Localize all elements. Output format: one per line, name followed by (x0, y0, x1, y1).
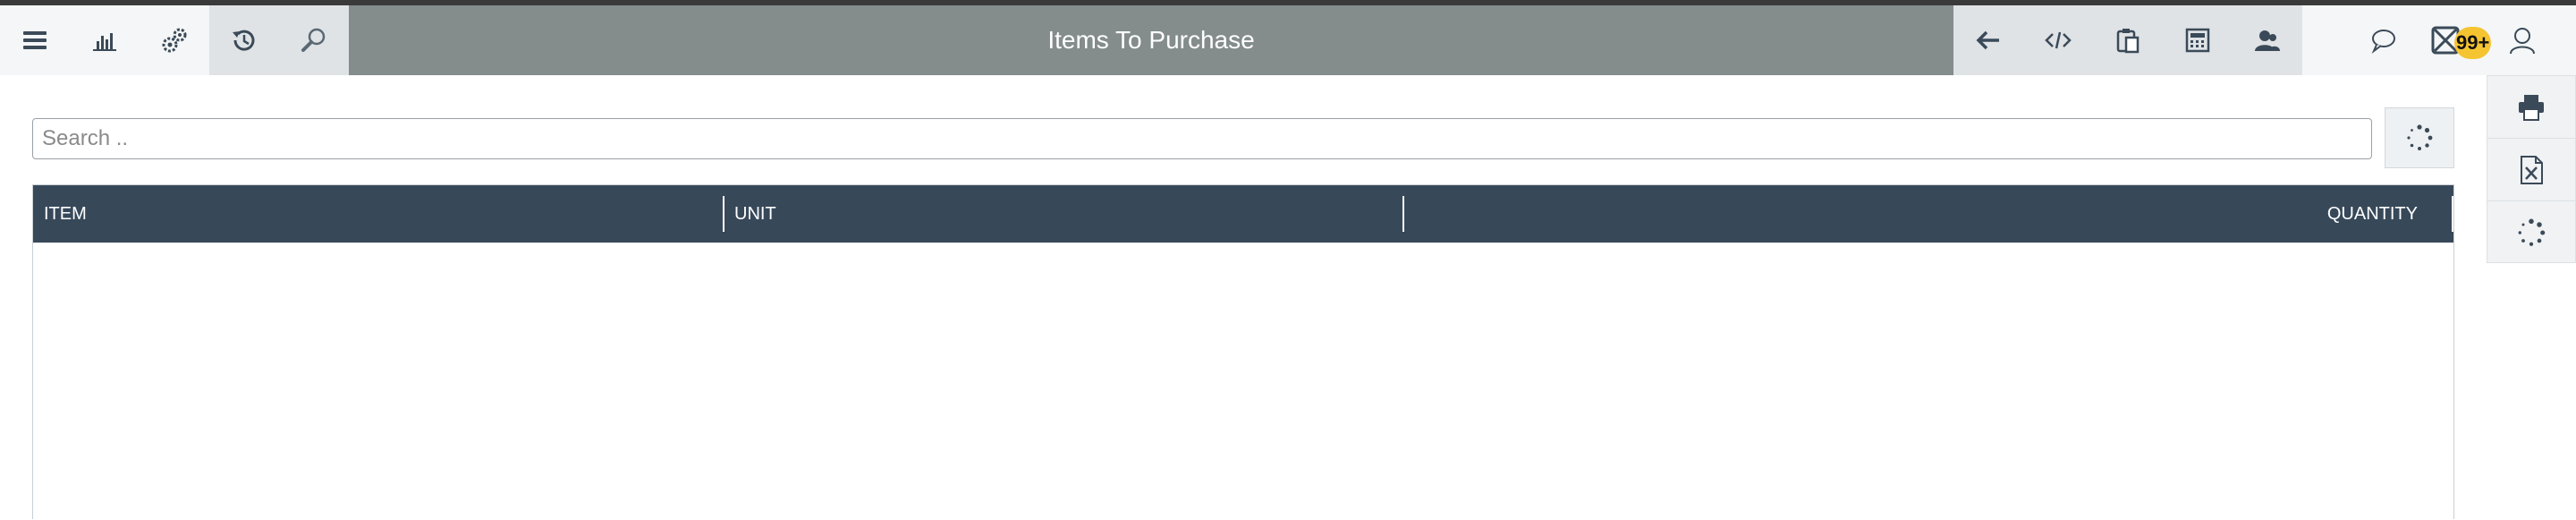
history-icon (233, 30, 255, 51)
toolbar-actions-group (1953, 5, 2302, 75)
excel-icon (2521, 155, 2543, 184)
column-header-label: UNIT (734, 203, 776, 224)
clipboard-button[interactable] (2093, 5, 2163, 75)
menu-icon (23, 31, 47, 49)
print-icon (2519, 94, 2544, 121)
toolbar-left-group (0, 5, 209, 75)
toolbar-history-group (209, 5, 349, 75)
clipboard-icon (2116, 29, 2140, 54)
user-icon (2510, 28, 2535, 55)
column-header-label: QUANTITY (2326, 203, 2418, 224)
search-refresh-button[interactable] (2385, 107, 2454, 168)
column-resize-handle[interactable] (2452, 196, 2453, 232)
settings-gears-icon (162, 28, 187, 53)
items-table: ITEM UNIT QUANTITY (32, 184, 2454, 520)
side-refresh-button[interactable] (2487, 201, 2575, 264)
table-header: ITEM UNIT QUANTITY (33, 185, 2453, 243)
search-input[interactable] (32, 118, 2372, 159)
column-header-item[interactable]: ITEM (33, 185, 724, 243)
menu-button[interactable] (0, 5, 70, 75)
export-excel-button[interactable] (2487, 139, 2575, 201)
toolbar: Items To Purchase 99+ (0, 5, 2576, 75)
code-button[interactable] (2023, 5, 2093, 75)
settings-button[interactable] (140, 5, 209, 75)
side-action-panel (2487, 75, 2576, 263)
notification-badge[interactable]: 99+ (2454, 27, 2492, 59)
loading-icon (2407, 124, 2433, 150)
chart-icon (93, 33, 116, 51)
calculator-icon (2185, 28, 2210, 53)
column-header-quantity[interactable]: QUANTITY (1403, 185, 2455, 243)
chat-icon (2371, 30, 2395, 55)
reports-button[interactable] (70, 5, 140, 75)
calculator-button[interactable] (2163, 5, 2233, 75)
print-button[interactable] (2487, 76, 2575, 139)
title-bar: Items To Purchase (349, 5, 1953, 75)
users-icon (2255, 30, 2280, 51)
back-button[interactable] (1953, 5, 2023, 75)
toolbar-right-group (2302, 5, 2576, 75)
user-button[interactable] (2504, 5, 2540, 75)
table-body (33, 243, 2453, 520)
back-arrow-icon (1976, 30, 1999, 50)
loading-icon (2518, 218, 2546, 246)
find-button[interactable] (279, 5, 349, 75)
users-button[interactable] (2233, 5, 2302, 75)
history-button[interactable] (209, 5, 279, 75)
column-header-unit[interactable]: UNIT (724, 185, 1403, 243)
chat-button[interactable] (2349, 5, 2419, 75)
code-icon (2045, 31, 2072, 49)
column-header-label: ITEM (44, 203, 87, 224)
page-title: Items To Purchase (1047, 26, 1255, 54)
search-zoom-icon (301, 28, 326, 52)
search-container (32, 118, 2372, 159)
